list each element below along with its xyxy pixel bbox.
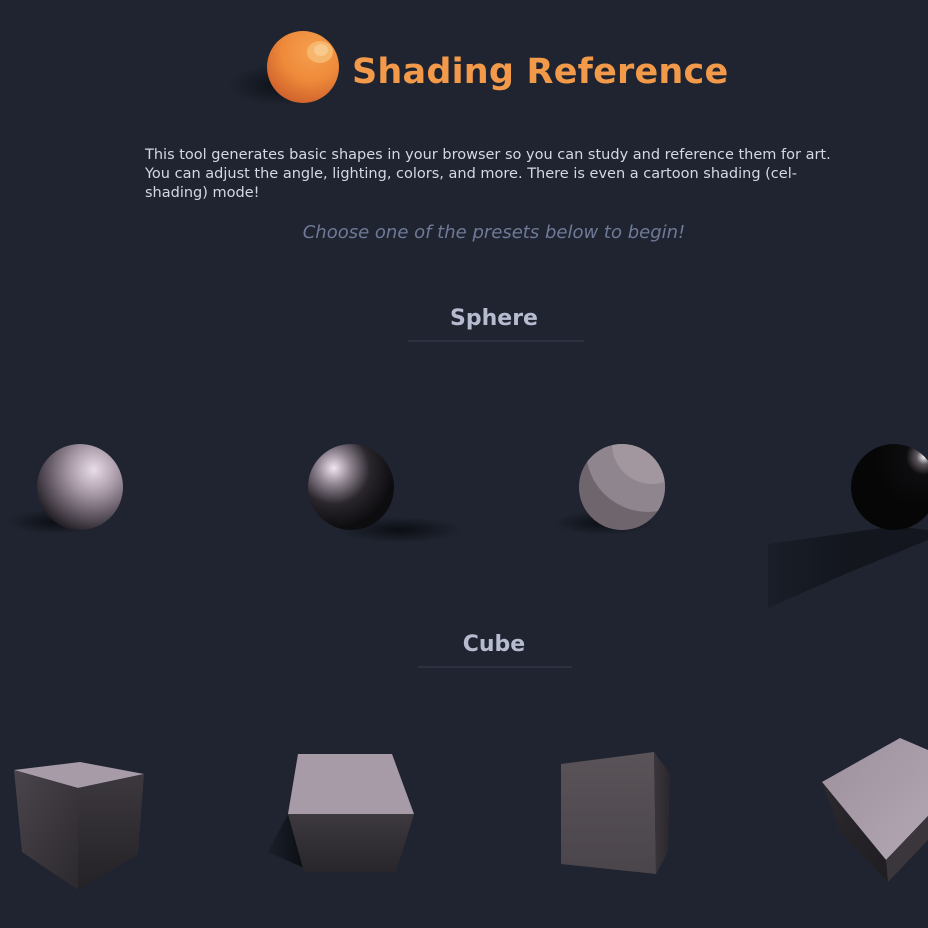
header: Shading Reference	[0, 24, 928, 114]
orange-sphere-logo-icon[interactable]	[228, 24, 358, 114]
sphere-hard-light-preset-icon[interactable]	[300, 430, 470, 550]
cube-front-view-preset-icon[interactable]	[556, 748, 676, 878]
cube-low-angle-preset-icon[interactable]	[264, 752, 424, 876]
intro-paragraph: This tool generates basic shapes in your…	[145, 147, 831, 201]
cube-section-title: Cube	[462, 632, 526, 657]
presets-prompt: Choose one of the presets below to begin…	[302, 222, 686, 243]
sphere-section-divider	[408, 340, 584, 342]
cube-tilted-preset-icon[interactable]	[818, 736, 928, 886]
cube-top-light-preset-icon[interactable]	[12, 758, 148, 894]
app-title: Shading Reference	[352, 52, 729, 92]
page: Shading Reference This tool generates ba…	[0, 0, 928, 928]
sphere-rim-light-preset-icon[interactable]	[766, 430, 928, 610]
sphere-cel-shaded-preset-icon[interactable]	[552, 430, 682, 540]
sphere-soft-light-preset-icon[interactable]	[8, 430, 138, 540]
cube-section-divider	[418, 666, 572, 668]
sphere-section-title: Sphere	[450, 306, 538, 331]
